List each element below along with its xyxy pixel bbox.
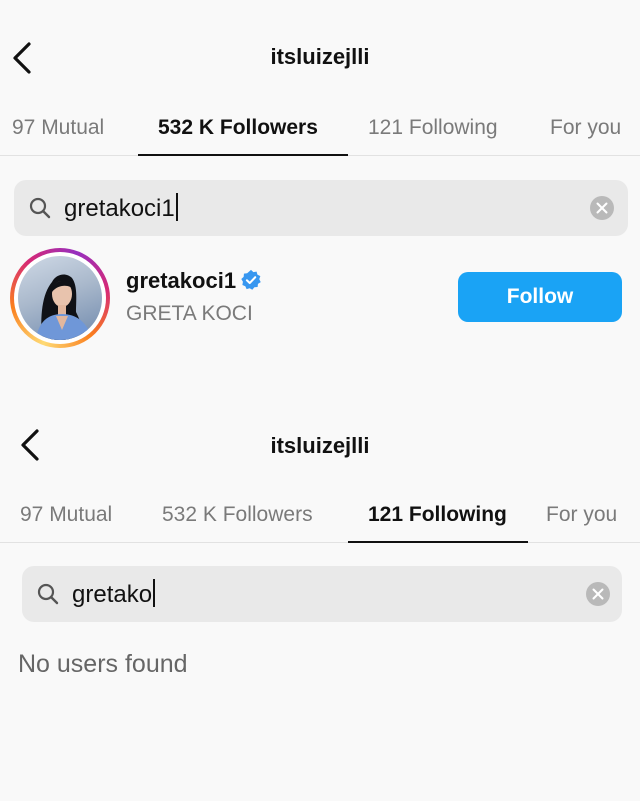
tab-followers[interactable]: 532 K Followers [162,487,313,543]
search-icon [37,583,59,605]
clear-search-button[interactable] [590,196,614,220]
search-bar[interactable]: gretako [22,566,622,622]
search-input[interactable]: gretako [72,579,156,609]
bottom-tab-bar: 97 Mutual 532 K Followers 121 Following … [0,487,640,543]
avatar [18,256,102,340]
clear-search-button[interactable] [586,582,610,606]
top-tab-bar: 97 Mutual 532 K Followers 121 Following … [0,100,640,156]
profile-photo [36,274,92,340]
user-full-name: GRETA KOCI [126,302,253,325]
tab-for-you[interactable]: For you [546,487,617,543]
close-icon [592,588,604,600]
verified-badge-icon [241,269,261,290]
follow-button[interactable]: Follow [458,272,622,322]
search-input[interactable]: gretakoci1 [64,193,178,223]
tab-followers[interactable]: 532 K Followers [158,100,318,156]
user-result-row[interactable]: gretakoci1 GRETA KOCI Follow [0,248,640,348]
user-handle[interactable]: gretakoci1 [126,268,262,294]
profile-username: itsluizejlli [270,433,370,458]
search-input-value: gretakoci1 [64,195,175,222]
active-tab-indicator [138,154,348,156]
avatar-story-ring[interactable] [10,248,110,348]
tab-following[interactable]: 121 Following [368,100,498,156]
search-icon [29,197,51,219]
bottom-header: itsluizejlli [0,415,640,475]
tab-for-you[interactable]: For you [550,100,621,156]
text-caret [153,579,156,607]
text-caret [175,193,178,221]
following-screen: itsluizejlli 97 Mutual 532 K Followers 1… [0,385,640,801]
search-bar[interactable]: gretakoci1 [14,180,628,236]
close-icon [596,202,608,214]
followers-screen: itsluizejlli 97 Mutual 532 K Followers 1… [0,0,640,385]
top-header: itsluizejlli [0,28,640,88]
active-tab-indicator [348,541,528,543]
tab-mutual[interactable]: 97 Mutual [12,100,104,156]
search-input-value: gretako [72,581,153,608]
empty-results-message: No users found [18,650,188,678]
profile-username: itsluizejlli [270,44,370,69]
user-handle-text: gretakoci1 [126,268,237,293]
tab-mutual[interactable]: 97 Mutual [20,487,112,543]
tab-following[interactable]: 121 Following [368,487,507,543]
